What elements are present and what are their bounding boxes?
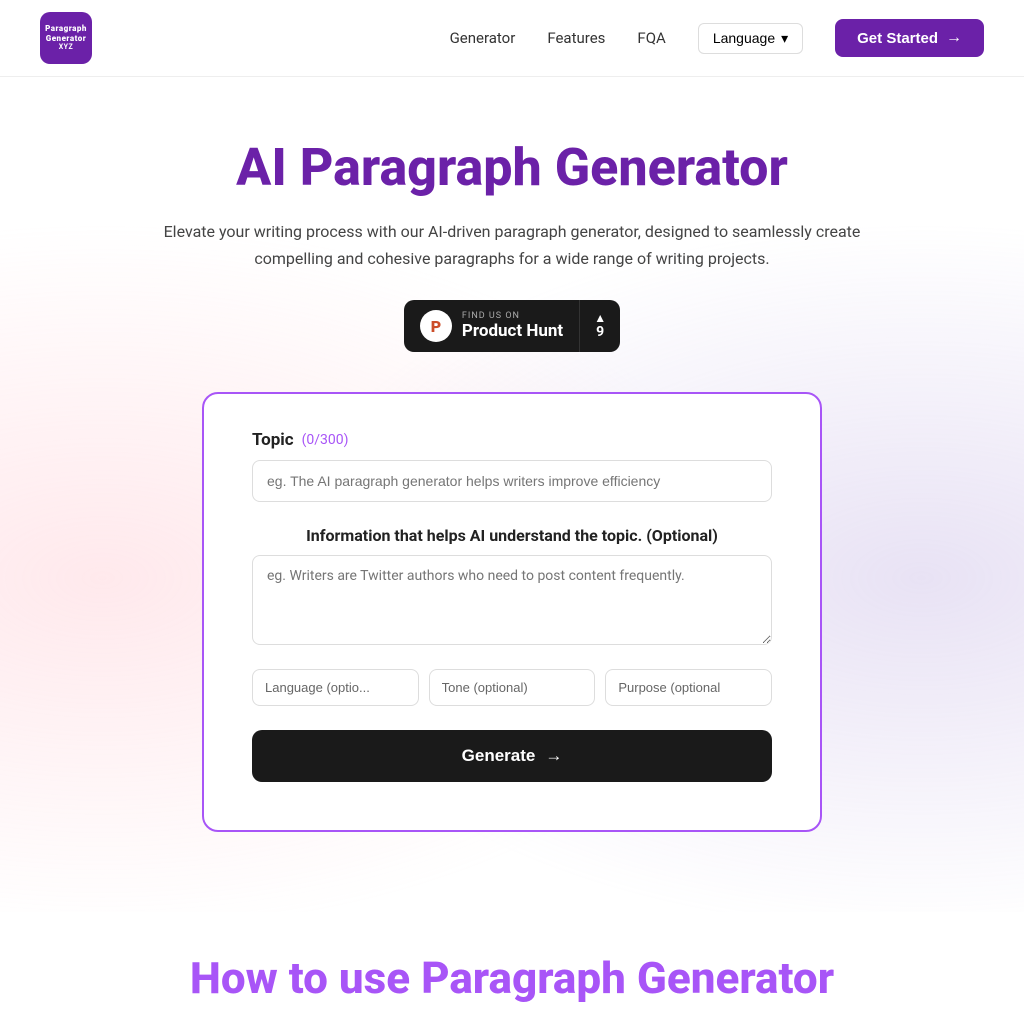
ph-vote-count: 9 bbox=[596, 324, 604, 340]
nav-links: Generator Features FQA Language ▾ Get St… bbox=[450, 19, 984, 57]
tone-select[interactable]: Tone (optional) bbox=[429, 669, 596, 706]
topic-field-label: Topic (0/300) bbox=[252, 430, 772, 450]
language-button[interactable]: Language ▾ bbox=[698, 23, 803, 54]
how-title: How to use Paragraph Generator bbox=[20, 952, 1004, 1004]
ph-upvote-icon: ▲ bbox=[594, 312, 606, 324]
product-hunt-badge[interactable]: P FIND US ON Product Hunt ▲ 9 bbox=[404, 300, 620, 352]
navbar: Paragraph Generator XYZ Generator Featur… bbox=[0, 0, 1024, 77]
arrow-icon: → bbox=[946, 29, 962, 47]
product-hunt-icon: P bbox=[420, 310, 452, 342]
language-select[interactable]: Language (optio... bbox=[252, 669, 419, 706]
info-textarea[interactable] bbox=[252, 555, 772, 645]
ph-votes-section: ▲ 9 bbox=[580, 304, 620, 348]
get-started-label: Get Started bbox=[857, 30, 938, 47]
generate-label: Generate bbox=[462, 746, 536, 766]
ph-find-us: FIND US ON bbox=[462, 311, 563, 321]
info-label: Information that helps AI understand the… bbox=[252, 526, 772, 545]
hero-subtitle: Elevate your writing process with our AI… bbox=[152, 218, 872, 272]
generate-button[interactable]: Generate → bbox=[252, 730, 772, 782]
purpose-select[interactable]: Purpose (optional bbox=[605, 669, 772, 706]
topic-input[interactable] bbox=[252, 460, 772, 502]
ph-text: FIND US ON Product Hunt bbox=[462, 311, 563, 341]
generator-form-card: Topic (0/300) Information that helps AI … bbox=[202, 392, 822, 832]
logo-image: Paragraph Generator XYZ bbox=[40, 12, 92, 64]
hero-section: AI Paragraph Generator Elevate your writ… bbox=[0, 77, 1024, 912]
get-started-button[interactable]: Get Started → bbox=[835, 19, 984, 57]
topic-label-text: Topic bbox=[252, 430, 294, 450]
nav-fqa[interactable]: FQA bbox=[637, 29, 665, 47]
selects-row: Language (optio... Tone (optional) Purpo… bbox=[252, 669, 772, 706]
language-label: Language bbox=[713, 30, 775, 46]
chevron-down-icon: ▾ bbox=[781, 30, 788, 47]
nav-generator[interactable]: Generator bbox=[450, 29, 516, 47]
char-count: (0/300) bbox=[302, 432, 349, 448]
ph-name: Product Hunt bbox=[462, 321, 563, 341]
ph-left-section: P FIND US ON Product Hunt bbox=[404, 300, 580, 352]
logo[interactable]: Paragraph Generator XYZ bbox=[40, 12, 92, 64]
nav-features[interactable]: Features bbox=[547, 29, 605, 47]
generate-arrow-icon: → bbox=[545, 746, 562, 766]
hero-title: AI Paragraph Generator bbox=[20, 137, 1004, 198]
how-section: How to use Paragraph Generator bbox=[0, 912, 1024, 1004]
